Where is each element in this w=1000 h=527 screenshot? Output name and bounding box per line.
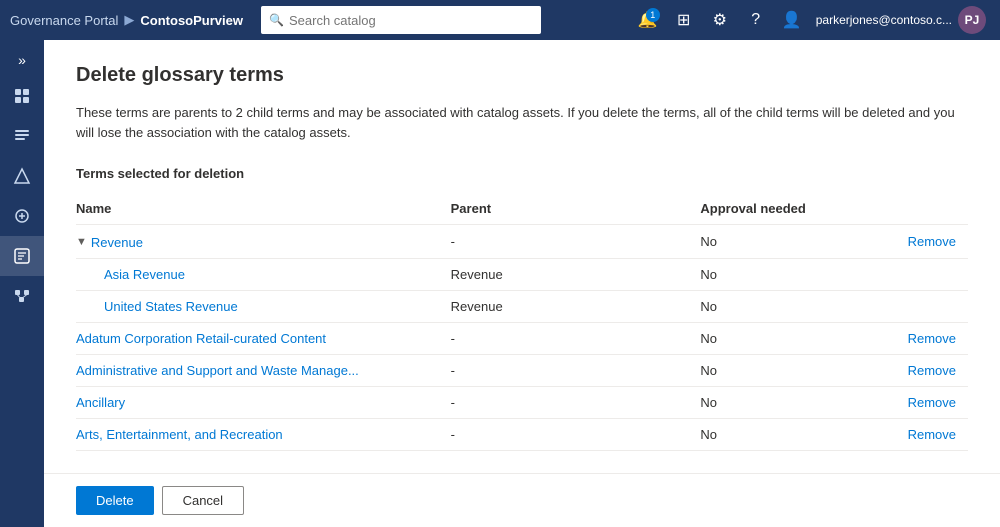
topbar: Governance Portal ▶ ContosoPurview 🔍 🔔 1…	[0, 0, 1000, 40]
sidebar-expand-button[interactable]: »	[0, 44, 44, 76]
term-link[interactable]: Ancillary	[76, 395, 125, 410]
chevron-down-icon[interactable]: ▼	[76, 236, 87, 248]
term-link[interactable]: Arts, Entertainment, and Recreation	[76, 427, 283, 442]
table-row: United States RevenueRevenueNo	[76, 290, 968, 322]
col-header-name: Name	[76, 193, 451, 225]
table-row: Adatum Corporation Retail-curated Conten…	[76, 322, 968, 354]
user-area[interactable]: parkerjones@contoso.c... PJ	[812, 6, 990, 34]
cancel-button[interactable]: Cancel	[162, 486, 244, 515]
remove-button[interactable]: Remove	[908, 395, 956, 410]
term-link[interactable]: Revenue	[91, 235, 143, 250]
search-icon: 🔍	[269, 13, 284, 27]
brand-area: Governance Portal ▶ ContosoPurview	[10, 12, 243, 28]
sidebar-item-catalog[interactable]	[0, 116, 44, 156]
terms-table: Name Parent Approval needed ▼Revenue-NoR…	[76, 193, 968, 451]
sidebar-item-insights[interactable]	[0, 156, 44, 196]
breadcrumb-separator: ▶	[124, 12, 134, 28]
col-header-approval: Approval needed	[700, 193, 878, 225]
sidebar-item-glossary[interactable]	[0, 196, 44, 236]
remove-button[interactable]: Remove	[908, 234, 956, 249]
sidebar: »	[0, 40, 44, 527]
footer: Delete Cancel	[44, 473, 1000, 527]
col-header-parent: Parent	[451, 193, 701, 225]
sidebar-item-management[interactable]	[0, 236, 44, 276]
help-button[interactable]: ?	[740, 4, 772, 36]
portal-name: Governance Portal	[10, 13, 118, 28]
main-layout: » Delete glossary terms These terms are …	[0, 40, 1000, 527]
delete-button[interactable]: Delete	[76, 486, 154, 515]
page-title: Delete glossary terms	[76, 64, 968, 87]
help-icon: ?	[751, 11, 760, 29]
col-header-action	[879, 193, 968, 225]
term-link[interactable]: United States Revenue	[104, 299, 238, 314]
table-row: Ancillary-NoRemove	[76, 386, 968, 418]
grid-button[interactable]: ⊞	[668, 4, 700, 36]
remove-button[interactable]: Remove	[908, 363, 956, 378]
content-area: Delete glossary terms These terms are pa…	[44, 40, 1000, 527]
section-label: Terms selected for deletion	[76, 166, 968, 181]
sidebar-item-datamap[interactable]	[0, 276, 44, 316]
term-link[interactable]: Adatum Corporation Retail-curated Conten…	[76, 331, 326, 346]
page-content: Delete glossary terms These terms are pa…	[44, 40, 1000, 473]
warning-text: These terms are parents to 2 child terms…	[76, 103, 968, 142]
feedback-button[interactable]: 👤	[776, 4, 808, 36]
notification-badge: 1	[646, 8, 660, 22]
table-row: ▼Revenue-NoRemove	[76, 225, 968, 259]
table-row: Asia RevenueRevenueNo	[76, 258, 968, 290]
feedback-icon: 👤	[782, 10, 802, 30]
gear-icon: ⚙	[713, 10, 727, 30]
instance-name: ContosoPurview	[140, 13, 243, 28]
user-name: parkerjones@contoso.c...	[816, 13, 952, 27]
sidebar-item-home[interactable]	[0, 76, 44, 116]
notification-button[interactable]: 🔔 1	[632, 4, 664, 36]
term-link[interactable]: Asia Revenue	[104, 267, 185, 282]
remove-button[interactable]: Remove	[908, 427, 956, 442]
settings-button[interactable]: ⚙	[704, 4, 736, 36]
grid-icon: ⊞	[677, 10, 690, 30]
table-row: Arts, Entertainment, and Recreation-NoRe…	[76, 418, 968, 450]
topbar-icons: 🔔 1 ⊞ ⚙ ? 👤 parkerjones@contoso.c... PJ	[632, 4, 990, 36]
table-row: Administrative and Support and Waste Man…	[76, 354, 968, 386]
search-input[interactable]	[261, 6, 541, 34]
remove-button[interactable]: Remove	[908, 331, 956, 346]
search-wrapper: 🔍	[261, 6, 541, 34]
term-link[interactable]: Administrative and Support and Waste Man…	[76, 363, 359, 378]
avatar: PJ	[958, 6, 986, 34]
